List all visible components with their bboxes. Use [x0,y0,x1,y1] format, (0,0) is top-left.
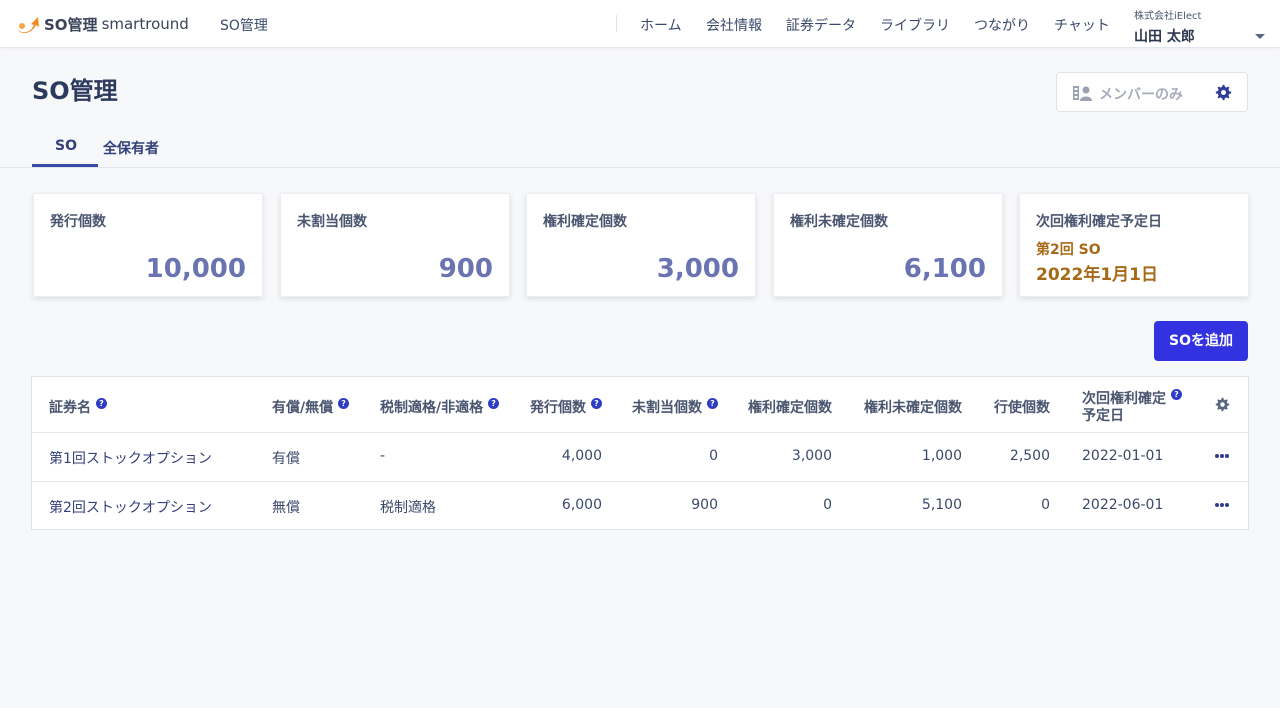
member-only-label: メンバーのみ [1099,87,1183,103]
question-circle-icon[interactable]: ? [338,398,350,409]
next-vesting-date: 2022年1月1日 [1036,265,1158,285]
tax-qualified-cell: - [380,448,386,464]
more-horizontal-icon[interactable] [1215,454,1229,458]
stat-label: 権利未確定個数 [790,214,888,230]
nav-connections[interactable]: つながり [974,15,1030,35]
row-divider [32,481,1248,482]
vested-cell: 0 [823,497,832,513]
column-header-label: 未割当個数 [632,400,702,416]
stat-label: 未割当個数 [297,214,367,230]
unvested-cell: 1,000 [921,448,962,464]
column-header-label: 発行個数 [530,400,586,416]
exercised-cell: 0 [1041,497,1050,513]
stat-card-unallocated: 未割当個数 900 [280,193,510,297]
add-so-button[interactable]: SOを追加 [1154,321,1248,361]
nav-securities-data[interactable]: 証券データ [786,15,856,35]
people-icon [1073,86,1092,101]
unvested-cell: 5,100 [921,497,962,513]
nav-library[interactable]: ライブラリ [880,15,950,35]
app-logo[interactable]: SO管理 smartround [16,13,189,35]
column-header-label: 税制適格/非適格 [380,400,484,416]
logo-text-brand: smartround [101,15,189,33]
stat-value: 3,000 [656,254,739,284]
column-header-security-name[interactable]: 証券名? [49,397,107,417]
stat-label: 権利確定個数 [543,214,627,230]
unallocated-cell: 900 [691,497,718,513]
stat-label: 次回権利確定予定日 [1036,214,1162,230]
paid-free-cell: 無償 [272,500,300,516]
column-header-label: 証券名 [49,400,91,416]
column-header-next-vesting-line2: 予定日 [1082,408,1124,424]
tab-all-holders[interactable]: 全保有者 [103,138,159,158]
stat-label: 発行個数 [50,214,106,230]
next-vesting-cell: 2022-06-01 [1082,497,1164,513]
tax-qualified-cell: 税制適格 [380,500,436,516]
gear-icon[interactable] [1215,84,1232,101]
security-name-link[interactable]: 第2回ストックオプション [49,497,212,517]
so-table: 証券名? 有償/無償? 税制適格/非適格? 発行個数? 未割当個数? 権利確定個… [31,376,1249,530]
nav-company-info[interactable]: 会社情報 [706,15,762,35]
stat-card-unvested: 権利未確定個数 6,100 [773,193,1003,297]
more-horizontal-icon[interactable] [1215,503,1229,507]
issued-cell: 4,000 [561,448,602,464]
stat-card-next-vesting: 次回権利確定予定日 第2回 SO 2022年1月1日 [1019,193,1249,297]
column-header-paid-free[interactable]: 有償/無償? [272,397,350,417]
next-vesting-so: 第2回 SO [1036,242,1101,258]
exercised-cell: 2,500 [1009,448,1050,464]
app-name[interactable]: SO管理 [220,15,268,35]
column-header-exercised[interactable]: 行使個数 [994,397,1050,417]
security-name-link[interactable]: 第1回ストックオプション [49,448,212,468]
issued-cell: 6,000 [561,497,602,513]
top-navigation-bar: SO管理 smartround SO管理 ホーム 会社情報 証券データ ライブラ… [0,0,1280,48]
column-header-unallocated[interactable]: 未割当個数? [632,397,718,417]
gear-icon[interactable] [1215,397,1230,412]
column-header-label: 有償/無償 [272,400,334,416]
nav-divider [616,15,617,32]
column-header-tax-qualified[interactable]: 税制適格/非適格? [380,397,500,417]
stat-card-issued: 発行個数 10,000 [33,193,263,297]
stat-value: 10,000 [145,254,246,284]
column-header-issued[interactable]: 発行個数? [530,397,602,417]
column-header-vested[interactable]: 権利確定個数 [748,397,832,417]
caret-down-icon[interactable] [1255,34,1265,39]
question-circle-icon[interactable]: ? [1171,389,1182,400]
question-circle-icon[interactable]: ? [488,398,500,409]
member-only-filter[interactable]: メンバーのみ [1056,72,1248,112]
next-vesting-cell: 2022-01-01 [1082,448,1164,464]
company-name[interactable]: 株式会社iElect [1134,7,1201,22]
page-title: SO管理 [32,77,118,105]
unallocated-cell: 0 [709,448,718,464]
paid-free-cell: 有償 [272,451,300,467]
user-name[interactable]: 山田 太郎 [1134,26,1195,46]
nav-home[interactable]: ホーム [640,15,682,35]
nav-chat[interactable]: チャット [1054,15,1110,35]
question-circle-icon[interactable]: ? [591,398,602,409]
stat-value: 6,100 [903,254,986,284]
column-header-unvested[interactable]: 権利未確定個数 [864,397,962,417]
stat-value: 900 [438,254,493,284]
header-divider [32,432,1248,433]
logo-swoosh-icon [18,17,39,34]
logo-text-so: SO管理 [44,15,98,34]
stat-card-vested: 権利確定個数 3,000 [526,193,756,297]
tabs-divider [0,167,1280,168]
tab-so[interactable]: SO [55,138,77,154]
question-circle-icon[interactable]: ? [707,398,718,409]
question-circle-icon[interactable]: ? [96,398,107,409]
vested-cell: 3,000 [791,448,832,464]
